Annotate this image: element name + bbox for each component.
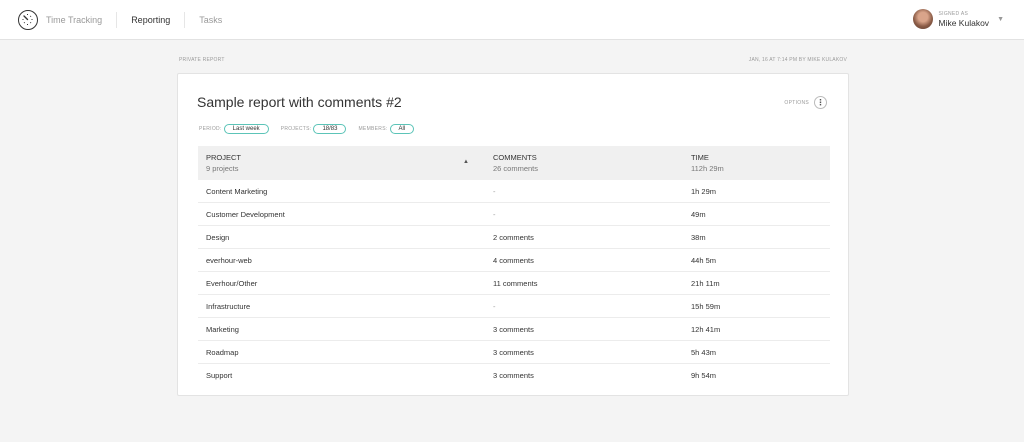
projects-filter[interactable]: 18/83 [313, 124, 347, 134]
report-updated: JAN, 16 AT 7:14 PM BY MIKE KULAKOV [748, 57, 847, 63]
projects-label: PROJECTS: [280, 126, 312, 132]
table-row[interactable]: Design 2 comments 38m [198, 226, 830, 249]
period-label: PERIOD: [199, 126, 222, 132]
comments-cell[interactable]: 3 comments [484, 348, 683, 357]
stopwatch-logo-icon[interactable] [18, 9, 38, 30]
column-header-project[interactable]: PROJECT 9 projects ▲ [198, 146, 484, 180]
nav-reporting[interactable]: Reporting [116, 11, 184, 28]
time-cell: 5h 43m [691, 347, 717, 357]
members-label: MEMBERS: [358, 126, 388, 132]
column-subtitle: 26 comments [493, 164, 539, 173]
sort-ascending-icon[interactable]: ▲ [463, 159, 469, 165]
time-cell: 49m [691, 209, 706, 219]
time-cell: 12h 41m [691, 324, 721, 334]
report-card: Sample report with comments #2 OPTIONS ⋮… [177, 73, 849, 396]
options-menu[interactable]: OPTIONS ⋮ [784, 96, 827, 109]
report-meta: PRIVATE REPORT JAN, 16 AT 7:14 PM BY MIK… [179, 57, 847, 63]
time-cell: 44h 5m [691, 255, 717, 265]
comments-cell[interactable]: 3 comments [484, 371, 683, 380]
column-header-time[interactable]: TIME 112h 29m [683, 146, 830, 180]
project-cell: Everhour/Other [206, 278, 258, 288]
time-cell: 21h 11m [691, 278, 720, 288]
nav-tasks[interactable]: Tasks [184, 11, 236, 28]
period-filter[interactable]: Last week [223, 124, 269, 134]
comments-cell: - [493, 186, 496, 196]
column-title: PROJECT [206, 153, 242, 162]
table-row[interactable]: everhour-web 4 comments 44h 5m [198, 249, 830, 272]
project-cell: Marketing [206, 324, 239, 334]
table-body: Content Marketing - 1h 29m Customer Deve… [198, 180, 830, 387]
table-row[interactable]: Customer Development - 49m [198, 203, 830, 226]
nav-time-tracking[interactable]: Time Tracking [46, 12, 116, 28]
project-cell: Customer Development [206, 209, 285, 219]
column-title: TIME [691, 153, 709, 162]
comments-cell: - [493, 301, 496, 311]
top-navigation: Time Tracking Reporting Tasks SIGNED AS … [0, 0, 1024, 40]
user-menu[interactable]: SIGNED AS Mike Kulakov ▼ [912, 9, 1004, 29]
table-row[interactable]: Everhour/Other 11 comments 21h 11m [198, 272, 830, 295]
column-subtitle: 112h 29m [691, 164, 724, 173]
chevron-down-icon[interactable]: ▼ [997, 16, 1004, 23]
comments-cell[interactable]: 3 comments [484, 325, 683, 334]
project-cell: Roadmap [206, 347, 239, 357]
more-vertical-icon[interactable]: ⋮ [814, 96, 827, 109]
table-row[interactable]: Marketing 3 comments 12h 41m [198, 318, 830, 341]
comments-cell[interactable]: 4 comments [484, 256, 683, 265]
user-name: Mike Kulakov [938, 17, 990, 28]
table-row[interactable]: Support 3 comments 9h 54m [198, 364, 830, 387]
report-privacy: PRIVATE REPORT [179, 57, 225, 63]
report-filters: PERIOD: Last week PROJECTS: 18/83 MEMBER… [199, 124, 426, 134]
options-label: OPTIONS [784, 99, 809, 106]
table-row[interactable]: Content Marketing - 1h 29m [198, 180, 830, 203]
project-cell: Infrastructure [206, 301, 251, 311]
signed-as-label: SIGNED AS [938, 10, 969, 17]
time-cell: 9h 54m [691, 371, 717, 380]
project-cell: everhour-web [206, 255, 252, 265]
column-title: COMMENTS [493, 153, 537, 162]
time-cell: 15h 59m [691, 301, 721, 311]
table-row[interactable]: Roadmap 3 comments 5h 43m [198, 341, 830, 364]
comments-cell[interactable]: 11 comments [484, 279, 683, 288]
table-row[interactable]: Infrastructure - 15h 59m [198, 295, 830, 318]
page-title: Sample report with comments #2 [197, 94, 402, 110]
avatar [912, 9, 933, 29]
column-subtitle: 9 projects [206, 164, 239, 173]
table-header: PROJECT 9 projects ▲ COMMENTS 26 comment… [198, 146, 830, 180]
project-cell: Content Marketing [206, 186, 268, 196]
project-cell: Support [206, 371, 233, 380]
comments-cell: - [493, 209, 496, 219]
comments-cell[interactable]: 2 comments [484, 233, 683, 242]
time-cell: 38m [691, 232, 706, 242]
column-header-comments[interactable]: COMMENTS 26 comments [484, 146, 683, 180]
project-cell: Design [206, 232, 230, 242]
members-filter[interactable]: All [389, 124, 415, 134]
time-cell: 1h 29m [691, 186, 717, 196]
report-table: PROJECT 9 projects ▲ COMMENTS 26 comment… [198, 146, 830, 387]
